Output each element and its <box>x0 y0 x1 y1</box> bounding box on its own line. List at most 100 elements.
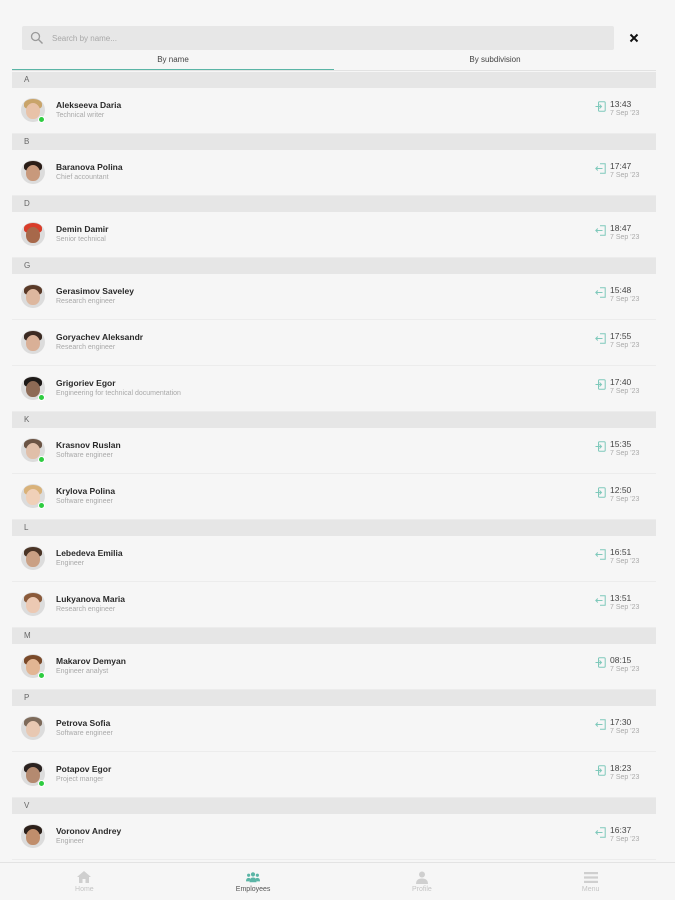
check-time: 16:37 <box>610 825 632 835</box>
employee-row[interactable]: Petrova Sofia Software engineer 17:30 7 Sep… <box>12 706 656 752</box>
avatar-face <box>26 227 40 243</box>
menu-icon <box>583 870 598 884</box>
employee-row[interactable]: Goryachev Aleksandr Research engineer 17:5… <box>12 320 656 366</box>
employee-row[interactable]: Makarov Demyan Engineer analyst 08:15 7 Sep… <box>12 644 656 690</box>
employee-name: Potapov Egor <box>56 764 112 774</box>
section-header-g: G <box>12 258 656 274</box>
nav-employees[interactable]: Employees <box>169 863 338 900</box>
check-in-icon <box>595 485 606 498</box>
check-date: 7 Sep '23 <box>610 666 640 673</box>
employee-row[interactable]: Voronov Andrey Engineer 16:37 7 Sep '23 <box>12 814 656 860</box>
online-status-dot <box>38 456 45 463</box>
section-header-b: B <box>12 134 656 150</box>
avatar <box>21 824 45 848</box>
employee-row[interactable]: Krasnov Ruslan Software engineer 15:35 7 Se… <box>12 428 656 474</box>
nav-profile[interactable]: Profile <box>338 863 507 900</box>
search-icon <box>28 29 46 47</box>
check-time: 18:47 <box>610 223 632 233</box>
avatar <box>21 284 45 308</box>
avatar-face <box>26 551 40 567</box>
avatar-face <box>26 721 40 737</box>
employee-name: Baranova Polina <box>56 162 123 172</box>
check-in-icon <box>595 763 606 776</box>
avatar-face <box>26 829 40 845</box>
employee-name: Lukyanova Maria <box>56 594 125 604</box>
employee-name: Krasnov Ruslan <box>56 440 121 450</box>
employee-row[interactable]: Potapov Egor Project manger 18:23 7 Sep '23 <box>12 752 656 798</box>
tab-by-subdivision[interactable]: By subdivision <box>334 52 656 72</box>
avatar <box>21 716 45 740</box>
nav-home-label: Home <box>75 886 94 893</box>
check-date: 7 Sep '23 <box>610 450 640 457</box>
employee-position: Engineer <box>56 838 85 845</box>
check-date: 7 Sep '23 <box>610 496 640 503</box>
avatar-face <box>26 165 40 181</box>
check-out-icon <box>595 547 606 560</box>
check-date: 7 Sep '23 <box>610 558 640 565</box>
check-date: 7 Sep '23 <box>610 728 640 735</box>
search-input[interactable] <box>52 33 592 43</box>
check-out-icon <box>595 161 606 174</box>
online-status-dot <box>38 116 45 123</box>
check-time: 17:40 <box>610 377 632 387</box>
avatar-face <box>26 597 40 613</box>
close-icon <box>629 33 639 43</box>
nav-profile-label: Profile <box>411 886 432 893</box>
check-date: 7 Sep '23 <box>610 172 640 179</box>
check-time: 16:51 <box>610 547 632 557</box>
close-button[interactable] <box>627 31 641 45</box>
online-status-dot <box>38 502 45 509</box>
check-out-icon <box>595 825 606 838</box>
check-date: 7 Sep '23 <box>610 774 640 781</box>
employee-list[interactable]: A Alekseeva Daria Technical writer 13:43 7 S… <box>12 72 656 862</box>
employee-name: Demin Damir <box>56 224 109 234</box>
employee-name: Gerasimov Saveley <box>56 286 134 296</box>
employee-position: Technical writer <box>56 112 105 119</box>
avatar <box>21 222 45 246</box>
employee-row[interactable]: Gerasimov Saveley Research engineer 15:48 7… <box>12 274 656 320</box>
avatar-face <box>26 289 40 305</box>
check-time: 15:35 <box>610 439 632 449</box>
employee-row[interactable]: Lukyanova Maria Research engineer 13:51 7 S… <box>12 582 656 628</box>
check-in-icon <box>595 99 606 112</box>
employee-position: Software engineer <box>56 452 113 459</box>
employee-row[interactable]: Baranova Polina Chief accountant 17:47 7 Se… <box>12 150 656 196</box>
check-time: 13:43 <box>610 99 632 109</box>
check-in-icon <box>595 439 606 452</box>
check-time: 13:51 <box>610 593 632 603</box>
check-out-icon <box>595 593 606 606</box>
employee-name: Grigoriev Egor <box>56 378 116 388</box>
employee-position: Research engineer <box>56 606 116 613</box>
tab-bar: By name By subdivision <box>12 52 656 72</box>
online-status-dot <box>38 780 45 787</box>
avatar <box>21 546 45 570</box>
avatar <box>21 330 45 354</box>
nav-menu[interactable]: Menu <box>506 863 675 900</box>
nav-employees-label: Employees <box>235 886 271 893</box>
employee-position: Engineer <box>56 560 85 567</box>
employee-position: Software engineer <box>56 730 113 737</box>
employee-row[interactable]: Demin Damir Senior technical 18:47 7 Sep '2… <box>12 212 656 258</box>
check-time: 17:55 <box>610 331 632 341</box>
employee-name: Petrova Sofia <box>56 718 111 728</box>
employees-icon <box>246 870 261 884</box>
check-time: 17:30 <box>610 717 632 727</box>
employee-row[interactable]: Alekseeva Daria Technical writer 13:43 7 Se… <box>12 88 656 134</box>
nav-home[interactable]: Home <box>0 863 169 900</box>
employee-position: Research engineer <box>56 344 116 351</box>
check-time: 15:48 <box>610 285 632 295</box>
check-date: 7 Sep '23 <box>610 836 640 843</box>
employee-position: Engineer analyst <box>56 668 109 675</box>
employee-position: Chief accountant <box>56 174 109 181</box>
check-out-icon <box>595 223 606 236</box>
employee-row[interactable]: Grigoriev Egor Engineering for technical … <box>12 366 656 412</box>
check-out-icon <box>595 331 606 344</box>
section-header-l: L <box>12 520 656 536</box>
avatar-face <box>26 335 40 351</box>
tab-by-name[interactable]: By name <box>12 52 334 72</box>
employee-row[interactable]: Lebedeva Emilia Engineer 16:51 7 Sep '23 <box>12 536 656 582</box>
check-date: 7 Sep '23 <box>610 388 640 395</box>
check-date: 7 Sep '23 <box>610 234 640 241</box>
employee-row[interactable]: Krylova Polina Software engineer 12:50 7 Se… <box>12 474 656 520</box>
check-date: 7 Sep '23 <box>610 110 640 117</box>
